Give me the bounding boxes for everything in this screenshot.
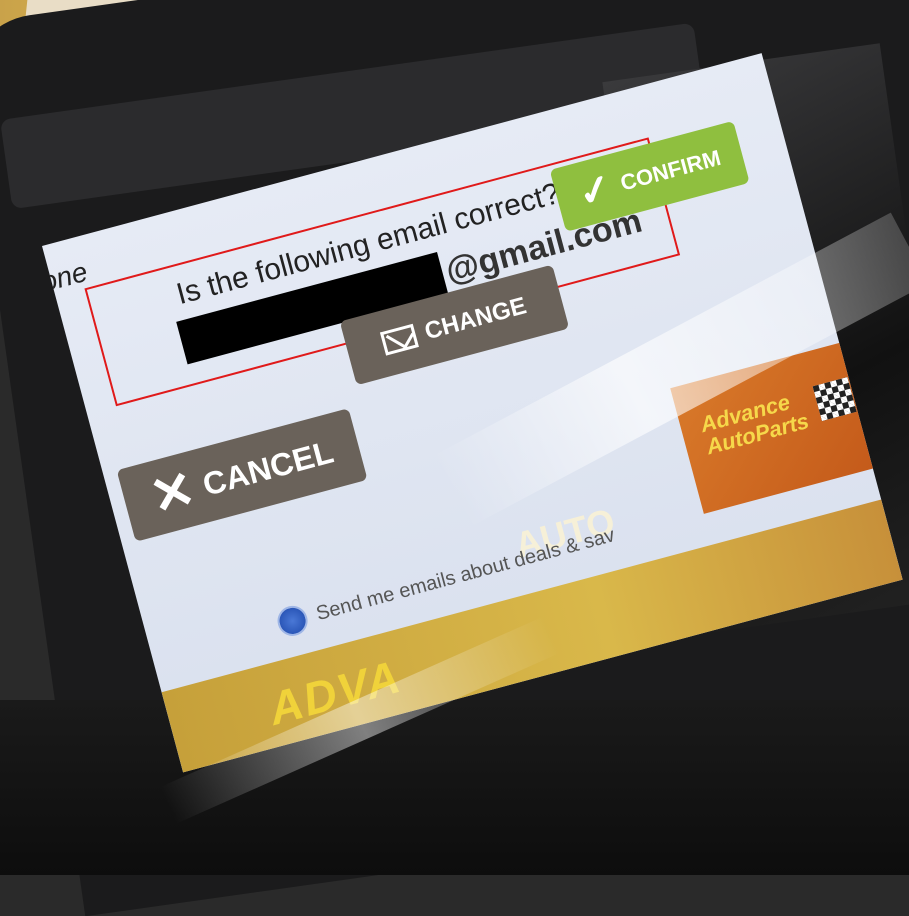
close-icon: ✕ <box>144 459 202 528</box>
confirm-label: CONFIRM <box>617 144 724 196</box>
cancel-label: CANCEL <box>198 432 337 503</box>
change-label: CHANGE <box>421 292 530 346</box>
mail-edit-icon <box>379 323 419 356</box>
optin-radio[interactable] <box>274 602 311 640</box>
check-icon: ✓ <box>573 165 618 217</box>
cancel-button[interactable]: ✕ CANCEL <box>116 408 368 542</box>
terminal-bottom <box>0 700 909 875</box>
